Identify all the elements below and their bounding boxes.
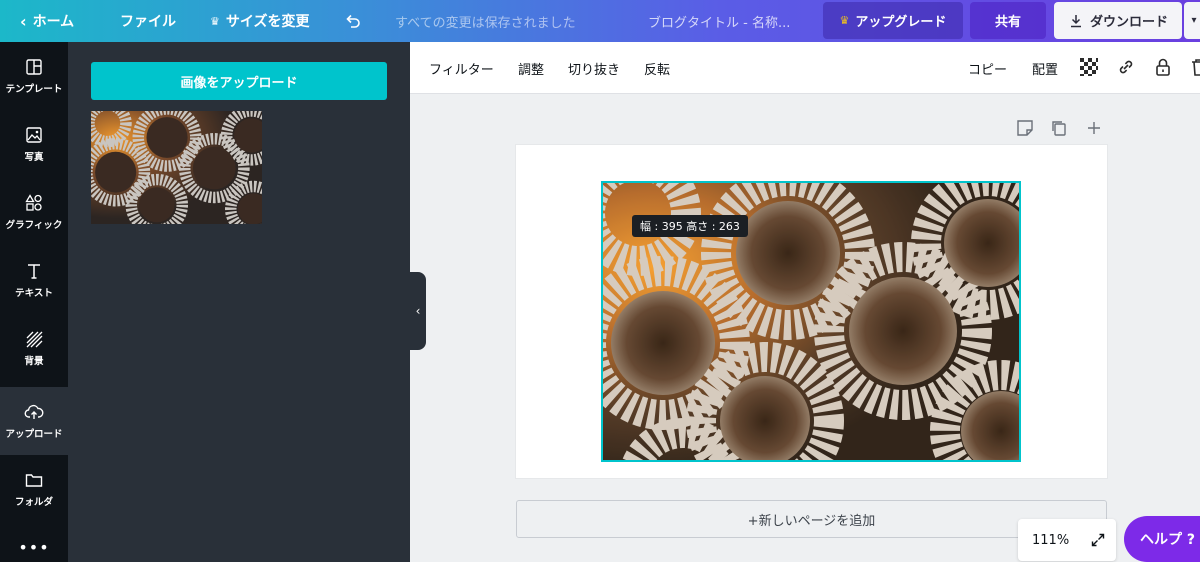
more-icon[interactable]: ••• xyxy=(0,538,68,557)
top-bar: ‹ ホーム ファイル ♛ サイズを変更 すべての変更は保存されました ブログタイ… xyxy=(0,0,1200,42)
undo-icon xyxy=(346,14,360,28)
sidebar-item-photos[interactable]: 写真 xyxy=(0,110,68,178)
uploads-panel: 画像をアップロード xyxy=(68,42,410,562)
sidebar-item-label: フォルダ xyxy=(14,497,53,508)
upgrade-button[interactable]: ♛ アップグレード xyxy=(823,2,963,39)
sidebar-item-label: アップロード xyxy=(5,429,63,440)
folder-icon xyxy=(25,474,43,487)
sidebar-item-label: テンプレート xyxy=(5,84,63,95)
home-label: ホーム xyxy=(32,14,75,30)
link-icon[interactable] xyxy=(1115,56,1137,78)
sidebar-item-label: グラフィック xyxy=(5,220,63,231)
sidebar-item-graphics[interactable]: グラフィック xyxy=(0,178,68,246)
note-icon[interactable] xyxy=(1016,118,1034,138)
chevron-left-icon: ‹ xyxy=(20,11,27,31)
adjust-button[interactable]: 調整 xyxy=(518,42,544,94)
download-button[interactable]: ダウンロード xyxy=(1054,2,1182,39)
arrange-button[interactable]: 配置 xyxy=(1032,42,1058,94)
upload-icon xyxy=(24,404,44,419)
filter-button[interactable]: フィルター xyxy=(429,42,494,94)
transparency-icon[interactable] xyxy=(1078,56,1100,78)
sidebar-item-templates[interactable]: テンプレート xyxy=(0,42,68,110)
template-icon xyxy=(26,59,42,75)
download-icon xyxy=(1070,14,1081,27)
sidebar-item-label: 背景 xyxy=(24,356,44,367)
graphics-icon xyxy=(25,194,42,211)
add-page-icon[interactable] xyxy=(1085,118,1103,138)
image-toolbar: フィルター 調整 切り抜き 反転 コピー 配置 xyxy=(410,42,1200,94)
home-button[interactable]: ‹ ホーム xyxy=(20,0,74,42)
sidebar-item-folders[interactable]: フォルダ xyxy=(0,455,68,523)
side-nav: テンプレート 写真 グラフィック テキスト 背景 アップロード フォルダ ••• xyxy=(0,42,68,562)
sidebar-item-uploads[interactable]: アップロード xyxy=(0,387,68,455)
design-title[interactable]: ブログタイトル - 名称... xyxy=(648,0,790,42)
size-tooltip: 幅 : 395 高さ : 263 xyxy=(632,215,748,237)
background-icon xyxy=(26,331,43,348)
chevron-left-icon: ‹ xyxy=(415,304,421,318)
collapse-panel-button[interactable]: ‹ xyxy=(410,272,426,350)
save-status: すべての変更は保存されました xyxy=(395,15,576,31)
chevron-down-icon: ▾ xyxy=(1191,15,1197,26)
sidebar-item-label: 写真 xyxy=(24,152,44,163)
expand-icon[interactable] xyxy=(1090,532,1106,548)
sidebar-item-label: テキスト xyxy=(15,288,53,299)
trash-icon[interactable] xyxy=(1188,56,1200,78)
zoom-level: 111% xyxy=(1032,532,1070,548)
help-button[interactable]: ヘルプ ? xyxy=(1124,516,1200,562)
share-label: 共有 xyxy=(994,15,1021,30)
download-label: ダウンロード xyxy=(1089,15,1168,30)
uploaded-image-thumbnail[interactable] xyxy=(91,111,262,224)
photo-icon xyxy=(26,127,42,143)
gears-image xyxy=(91,111,262,224)
text-icon xyxy=(28,264,40,279)
crown-icon: ♛ xyxy=(210,14,220,28)
crown-icon: ♛ xyxy=(839,14,850,27)
lock-icon[interactable] xyxy=(1152,56,1174,78)
upload-image-button[interactable]: 画像をアップロード xyxy=(91,62,387,100)
sidebar-item-background[interactable]: 背景 xyxy=(0,314,68,382)
undo-button[interactable] xyxy=(345,0,361,42)
resize-button[interactable]: ♛ サイズを変更 xyxy=(210,0,309,42)
copy-style-button[interactable]: コピー xyxy=(968,42,1007,94)
duplicate-page-icon[interactable] xyxy=(1050,118,1068,138)
zoom-control[interactable]: 111% xyxy=(1018,519,1116,561)
sidebar-item-text[interactable]: テキスト xyxy=(0,246,68,314)
download-options-button[interactable]: ▾ xyxy=(1184,2,1200,39)
share-button[interactable]: 共有 xyxy=(970,2,1046,39)
resize-label: サイズを変更 xyxy=(225,14,310,30)
crop-button[interactable]: 切り抜き xyxy=(568,42,620,94)
upgrade-label: アップグレード xyxy=(855,15,947,30)
flip-button[interactable]: 反転 xyxy=(644,42,670,94)
file-label: ファイル xyxy=(120,14,176,30)
file-menu[interactable]: ファイル xyxy=(120,0,176,42)
